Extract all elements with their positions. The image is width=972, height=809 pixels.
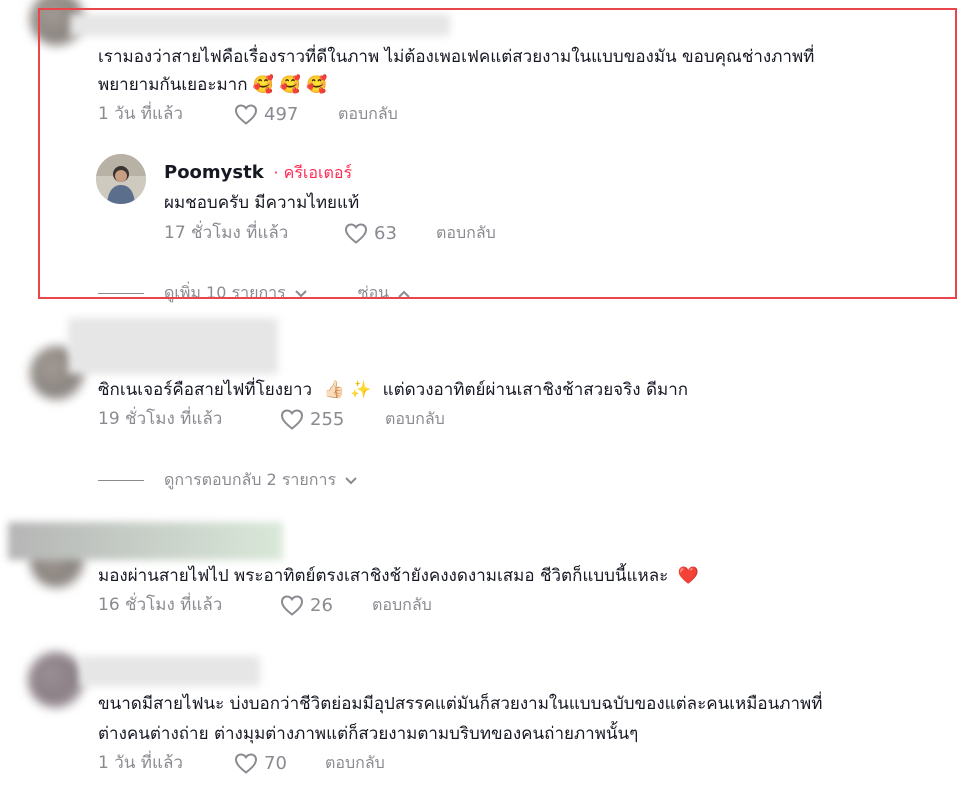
username[interactable] <box>80 656 260 686</box>
thread-divider <box>98 480 144 481</box>
reply-timestamp: 17 ชั่วโมง ที่แล้ว <box>164 223 289 243</box>
comment-timestamp: 1 วัน ที่แล้ว <box>98 753 183 773</box>
thumbs-sparkles-emoji: 👍🏻 ✨ <box>323 380 372 400</box>
like-button[interactable]: 26 <box>280 593 333 617</box>
creator-username-row: Poomystk · ครีเอเตอร์ <box>164 160 352 186</box>
like-count: 63 <box>374 222 397 244</box>
creator-badge: · ครีเอเตอร์ <box>273 163 353 182</box>
reply-like-button[interactable]: 63 <box>344 221 397 245</box>
comment-text: ขนาดมีสายไฟนะ บ่งบอกว่าชีวิตย่อมมีอุปสรร… <box>98 694 823 714</box>
like-count: 26 <box>310 594 333 616</box>
chevron-down-icon <box>294 289 307 297</box>
like-count: 255 <box>310 408 345 430</box>
reply-button[interactable]: ตอบกลับ <box>436 221 496 245</box>
thread-divider <box>98 293 144 294</box>
heart-icon <box>344 223 368 244</box>
like-count: 497 <box>264 103 299 125</box>
comment-text: พยายามกันเยอะมาก 🥰 🥰 🥰 <box>98 70 327 100</box>
reply-button[interactable]: ตอบกลับ <box>325 751 385 775</box>
heart-icon <box>234 104 258 125</box>
comment-timestamp: 1 วัน ที่แล้ว <box>98 104 183 124</box>
avatar[interactable] <box>28 652 84 708</box>
like-count: 70 <box>264 752 287 774</box>
person-photo-icon <box>96 154 146 204</box>
reply-button[interactable]: ตอบกลับ <box>385 407 445 431</box>
comment-text: ซิกเนเจอร์คือสายไฟที่โยงยาว 👍🏻 ✨ แต่ดวงอ… <box>98 375 688 405</box>
red-heart-emoji: ❤️ <box>677 566 699 586</box>
chevron-down-icon <box>345 476 357 484</box>
chevron-up-icon <box>398 290 410 298</box>
comment-text: ต่างคนต่างถ่าย ต่างมุมต่างภาพแต่ก็สวยงาม… <box>98 724 639 744</box>
creator-username[interactable]: Poomystk <box>164 162 264 183</box>
like-button[interactable]: 255 <box>280 407 344 431</box>
comment-timestamp: 19 ชั่วโมง ที่แล้ว <box>98 409 223 429</box>
reply-button[interactable]: ตอบกลับ <box>372 593 432 617</box>
comment-timestamp: 16 ชั่วโมง ที่แล้ว <box>98 595 223 615</box>
username[interactable] <box>70 14 450 36</box>
comment-text: เรามองว่าสายไฟคือเรื่องราวที่ดีในภาพ ไม่… <box>98 47 815 67</box>
creator-avatar[interactable] <box>96 154 146 204</box>
like-button[interactable]: 497 <box>234 102 298 126</box>
comment-text: มองผ่านสายไฟไป พระอาทิตย์ตรงเสาชิงช้ายัง… <box>98 561 699 591</box>
heart-icon <box>280 409 304 430</box>
smiling-hearts-emoji: 🥰 🥰 🥰 <box>252 75 328 95</box>
thread-controls: ดูเพิ่ม 10 รายการ ซ่อน <box>98 281 411 306</box>
username[interactable] <box>8 522 283 560</box>
view-replies-button[interactable]: ดูการตอบกลับ 2 รายการ <box>164 468 358 493</box>
view-more-replies-button[interactable]: ดูเพิ่ม 10 รายการ <box>164 281 308 306</box>
hide-replies-button[interactable]: ซ่อน <box>358 281 411 306</box>
heart-icon <box>280 595 304 616</box>
like-button[interactable]: 70 <box>234 751 287 775</box>
reply-text: ผมชอบครับ มีความไทยแท้ <box>164 193 360 213</box>
reply-button[interactable]: ตอบกลับ <box>338 102 398 126</box>
heart-icon <box>234 753 258 774</box>
thread-controls: ดูการตอบกลับ 2 รายการ <box>98 468 358 493</box>
username[interactable] <box>68 318 278 374</box>
